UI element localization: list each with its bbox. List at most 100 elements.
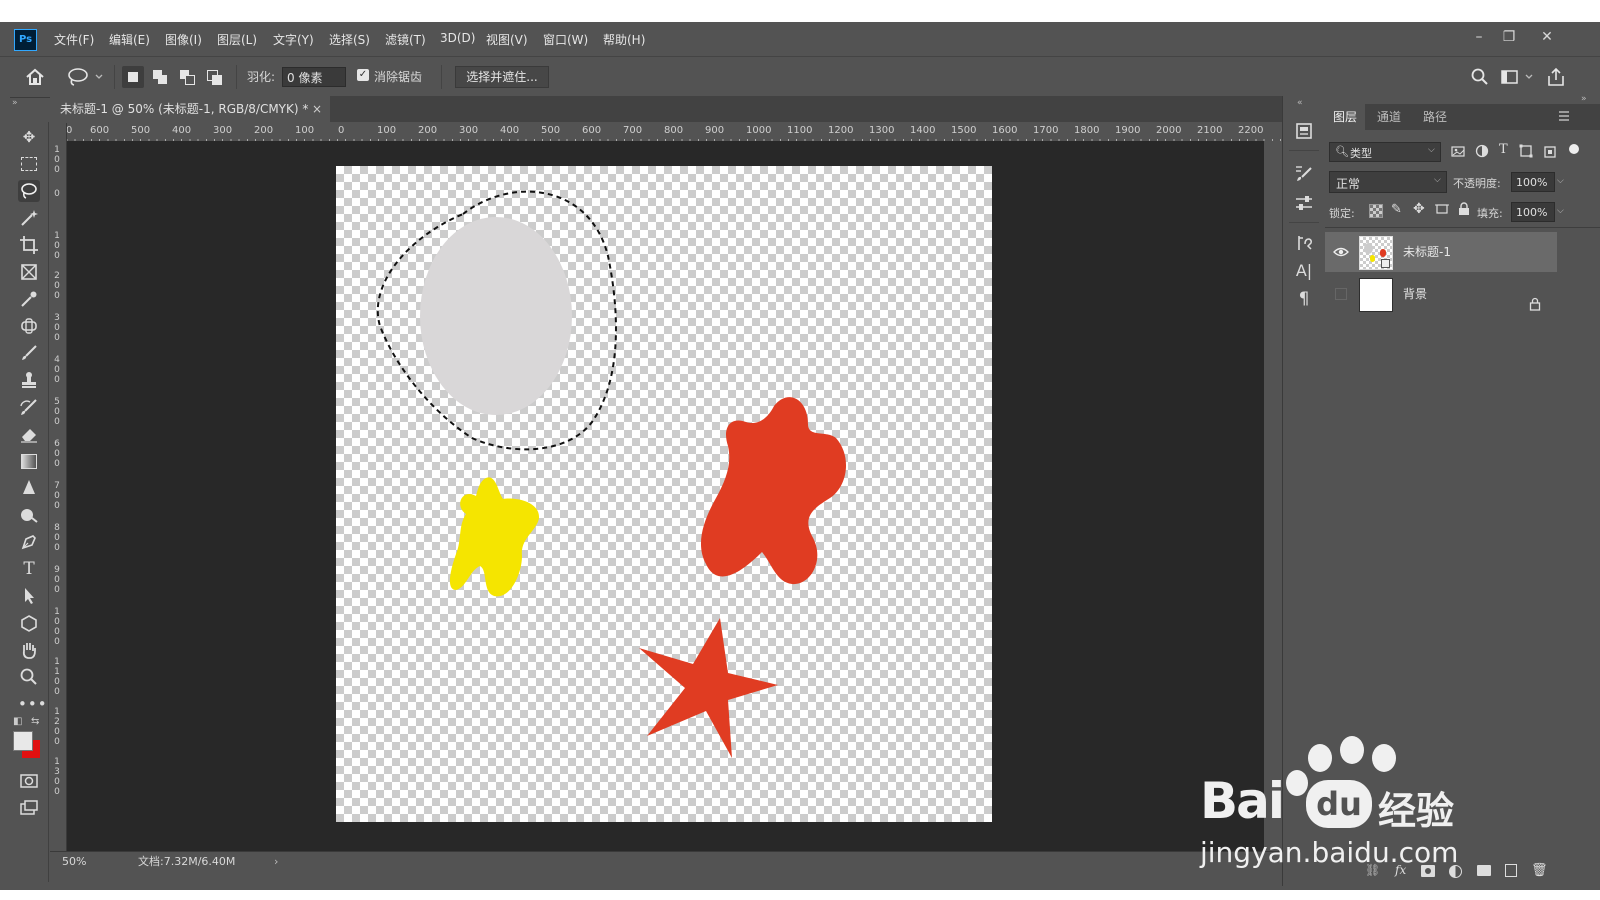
lasso-preset-picker[interactable] — [66, 67, 106, 87]
lock-artboard-icon[interactable] — [1435, 202, 1449, 216]
lock-position-icon[interactable]: ✥ — [1413, 201, 1425, 217]
frame-tool-icon[interactable] — [18, 261, 40, 283]
crop-tool-icon[interactable] — [18, 234, 40, 256]
pixel-filter-icon[interactable] — [1451, 144, 1465, 158]
subtract-from-selection-icon[interactable] — [177, 66, 199, 88]
marquee-tool-icon[interactable] — [18, 153, 40, 175]
visibility-toggle-empty[interactable] — [1335, 288, 1347, 300]
edit-toolbar-icon[interactable]: ••• — [18, 693, 47, 715]
feather-input[interactable]: 0 像素 — [282, 67, 346, 87]
close-button[interactable]: ✕ — [1534, 26, 1560, 48]
dodge-tool-icon[interactable] — [18, 504, 40, 526]
menu-3d[interactable]: 3D(D) — [440, 31, 475, 45]
eraser-tool-icon[interactable] — [18, 423, 40, 445]
hand-tool-icon[interactable] — [18, 639, 40, 661]
menu-select[interactable]: 选择(S) — [329, 31, 370, 48]
gradient-tool-icon[interactable] — [18, 450, 40, 472]
menu-image[interactable]: 图像(I) — [165, 31, 202, 48]
close-tab-icon[interactable]: × — [312, 96, 322, 122]
default-colors-icon[interactable]: ◧ — [13, 716, 22, 727]
select-and-mask-button[interactable]: 选择并遮住... — [455, 66, 549, 88]
layer-row-background[interactable]: 背景 — [1325, 274, 1557, 314]
trash-icon[interactable]: 🗑︎ — [1531, 863, 1548, 878]
ruler-label: 2200 — [1238, 125, 1264, 136]
antialias-checkbox[interactable]: ✓ — [357, 69, 369, 81]
layer-filter-select[interactable]: 🔍︎ 类型 ⌵ — [1329, 142, 1441, 162]
eyedropper-tool-icon[interactable] — [18, 288, 40, 310]
vertical-ruler: 1 0 0 0 1 0 0 2 0 0 3 0 0 4 0 0 5 0 0 6 … — [50, 141, 67, 851]
add-to-selection-icon[interactable] — [150, 66, 172, 88]
menu-type[interactable]: 文字(Y) — [273, 31, 314, 48]
opacity-chevron-icon[interactable]: ⌵ — [1557, 176, 1564, 186]
layer-row-untitled[interactable]: 未标题-1 — [1325, 232, 1557, 272]
menu-window[interactable]: 窗口(W) — [543, 31, 588, 48]
workspace-icon[interactable] — [1500, 67, 1534, 87]
options-bar: 羽化: 0 像素 ✓ 消除锯齿 选择并遮住... — [0, 56, 1600, 98]
swap-colors-icon[interactable]: ⇆ — [31, 716, 39, 727]
quick-mask-icon[interactable] — [18, 770, 40, 792]
restore-button[interactable]: ❐ — [1496, 26, 1522, 48]
blur-tool-icon[interactable] — [18, 477, 40, 499]
lock-all-icon[interactable] — [1458, 202, 1470, 216]
shape-tool-icon[interactable] — [18, 612, 40, 634]
ruler-label: 1 1 0 0 — [54, 657, 60, 697]
pasteboard[interactable] — [67, 141, 1264, 851]
new-selection-icon[interactable] — [122, 66, 144, 88]
menu-file[interactable]: 文件(F) — [54, 31, 94, 48]
lasso-tool-icon[interactable] — [18, 180, 40, 202]
healing-brush-tool-icon[interactable] — [18, 315, 40, 337]
blend-mode-select[interactable]: 正常 ⌵ — [1329, 171, 1447, 193]
screen-mode-icon[interactable] — [18, 797, 40, 819]
menu-view[interactable]: 视图(V) — [486, 31, 528, 48]
history-brush-tool-icon[interactable] — [18, 396, 40, 418]
shape-filter-icon[interactable] — [1519, 144, 1533, 158]
move-tool-icon[interactable]: ✥ — [18, 126, 40, 148]
minimize-button[interactable]: – — [1466, 26, 1492, 48]
lock-transparent-pixels-icon[interactable] — [1369, 204, 1383, 218]
character-styles-icon[interactable] — [1293, 232, 1315, 254]
tab-channels[interactable]: 通道 — [1369, 104, 1409, 130]
menu-edit[interactable]: 编辑(E) — [109, 31, 150, 48]
brush-settings-icon[interactable] — [1293, 162, 1315, 184]
document-canvas[interactable] — [336, 166, 992, 822]
ruler-origin[interactable] — [50, 123, 67, 142]
collapse-toolbar-icon[interactable]: » — [12, 98, 18, 108]
character-icon[interactable]: A| — [1293, 260, 1315, 282]
type-tool-icon[interactable]: T — [18, 558, 40, 580]
lock-image-pixels-icon[interactable]: ✎ — [1391, 202, 1402, 217]
panel-menu-icon[interactable] — [1558, 110, 1570, 122]
adjustments-icon[interactable] — [1293, 192, 1315, 214]
smart-object-filter-icon[interactable] — [1543, 144, 1557, 158]
paragraph-icon[interactable]: ¶ — [1293, 288, 1315, 310]
status-menu-arrow[interactable]: › — [274, 852, 278, 872]
tools-panel: ✥ T ••• ◧ ⇆ — [10, 122, 49, 882]
menu-layer[interactable]: 图层(L) — [217, 31, 257, 48]
fill-input[interactable]: 100% — [1511, 202, 1555, 222]
collapse-panels-icon[interactable]: « — [1297, 98, 1303, 108]
brush-tool-icon[interactable] — [18, 342, 40, 364]
search-icon[interactable] — [1470, 67, 1490, 87]
home-icon[interactable] — [24, 67, 46, 87]
share-icon[interactable] — [1545, 66, 1567, 88]
path-selection-tool-icon[interactable] — [18, 585, 40, 607]
properties-icon[interactable] — [1293, 120, 1315, 142]
magic-wand-tool-icon[interactable] — [18, 207, 40, 229]
fill-chevron-icon[interactable]: ⌵ — [1557, 206, 1564, 216]
document-tab[interactable]: 未标题-1 @ 50% (未标题-1, RGB/8/CMYK) * × — [50, 96, 330, 122]
menu-filter[interactable]: 滤镜(T) — [385, 31, 426, 48]
foreground-color-swatch[interactable] — [13, 731, 33, 751]
pen-tool-icon[interactable] — [18, 531, 40, 553]
intersect-selection-icon[interactable] — [204, 66, 226, 88]
zoom-level[interactable]: 50% — [62, 852, 86, 872]
tab-layers[interactable]: 图层 — [1325, 104, 1366, 130]
new-layer-icon[interactable] — [1505, 864, 1517, 877]
clone-stamp-tool-icon[interactable] — [18, 369, 40, 391]
type-filter-icon[interactable]: T — [1499, 142, 1508, 157]
tab-paths[interactable]: 路径 — [1415, 104, 1455, 130]
adjustment-filter-icon[interactable] — [1475, 144, 1489, 158]
zoom-tool-icon[interactable] — [18, 666, 40, 688]
menu-help[interactable]: 帮助(H) — [603, 31, 645, 48]
opacity-input[interactable]: 100% — [1511, 172, 1555, 192]
collapse-dock-icon[interactable]: » — [1581, 94, 1587, 104]
filter-toggle-icon[interactable] — [1569, 144, 1579, 154]
